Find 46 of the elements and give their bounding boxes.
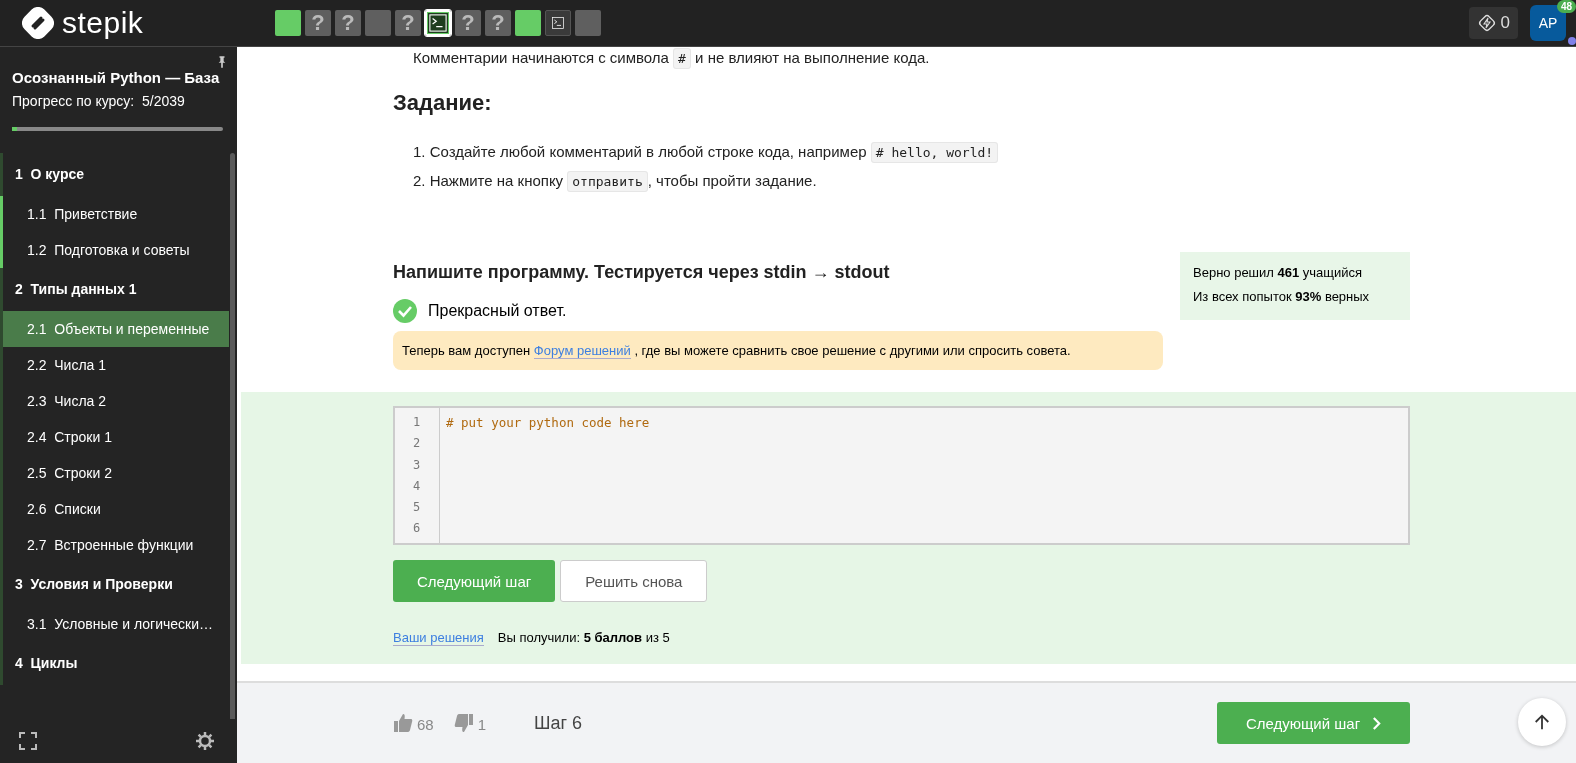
step-tile[interactable] bbox=[515, 10, 541, 36]
step-number: Шаг 6 bbox=[534, 712, 583, 734]
thumbs-down-icon bbox=[453, 713, 474, 733]
score-text: Вы получили: 5 баллов из 5 bbox=[497, 630, 670, 646]
step-tile[interactable] bbox=[365, 10, 391, 36]
terminal-icon bbox=[552, 14, 564, 32]
line-number: 1 bbox=[413, 414, 422, 431]
line-number: 4 bbox=[413, 477, 422, 495]
task-item: 1. Создайте любой комментарий в любой строке кода, например # hello, world! bbox=[393, 138, 1410, 167]
logo-text[interactable]: stepik bbox=[62, 6, 144, 40]
course-title: Осознанный Python — База bbox=[12, 69, 221, 86]
lightning-icon bbox=[1476, 13, 1497, 33]
lesson-item[interactable]: 2.1 Объекты и переменные bbox=[0, 311, 229, 347]
terminal-icon bbox=[429, 14, 447, 32]
line-number: 6 bbox=[413, 520, 422, 538]
stats-text: Из всех попыток 93% верных bbox=[1193, 288, 1371, 306]
stats-text: Верно решил 461 учащийся bbox=[1193, 264, 1364, 282]
step-tile[interactable] bbox=[575, 10, 601, 36]
fullscreen-icon[interactable] bbox=[19, 732, 37, 750]
settings-icon[interactable] bbox=[195, 731, 215, 751]
notice-text: Теперь вам доступен Форум решений , где вы можете сравнить свое решение с другими или спросить совета. bbox=[402, 343, 1071, 359]
problem-title: Напишите программу. Тестируется через stdin → stdout bbox=[393, 261, 891, 283]
scroll-up-button[interactable] bbox=[1518, 698, 1566, 746]
thumbs-up-icon bbox=[393, 713, 413, 733]
task-heading: Задание: bbox=[393, 90, 493, 116]
line-number: 5 bbox=[413, 499, 422, 517]
paragraph: Комментарии начинаются с символа # и не влияют на выполнение кода. bbox=[393, 47, 1410, 66]
line-number: 3 bbox=[413, 456, 422, 474]
line-number: 2 bbox=[413, 435, 422, 453]
arrow-up-icon bbox=[1533, 713, 1551, 731]
progress-label: Прогресс по курсу: 5/2039 bbox=[12, 93, 186, 109]
task-item: 2. Нажмите на кнопку отправить , чтобы пройти задание. bbox=[393, 167, 1410, 196]
code-editor[interactable]: 1 2 3 4 5 6 # put your python code here bbox=[393, 406, 1410, 545]
check-icon bbox=[393, 299, 417, 323]
step-tile[interactable] bbox=[275, 10, 301, 36]
code-line: # put your python code here bbox=[446, 414, 650, 432]
solutions-link[interactable]: Ваши решения bbox=[393, 630, 484, 646]
notification-badge: 48 bbox=[1556, 0, 1576, 13]
energy-counter[interactable]: 0 bbox=[1468, 7, 1518, 39]
status-dot bbox=[1568, 37, 1576, 45]
pin-icon[interactable] bbox=[217, 56, 227, 68]
logo-icon bbox=[22, 7, 54, 39]
result-text: Прекрасный ответ. bbox=[428, 302, 567, 320]
retry-button[interactable]: Решить снова bbox=[560, 560, 708, 602]
step-tile[interactable] bbox=[545, 10, 571, 36]
chevron-right-icon bbox=[1372, 716, 1382, 730]
